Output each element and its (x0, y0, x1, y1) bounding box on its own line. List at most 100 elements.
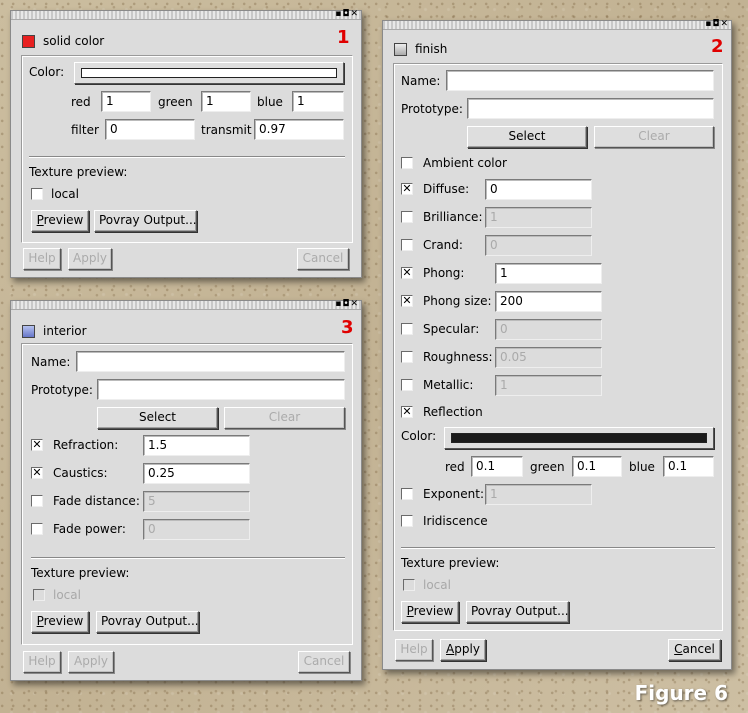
apply-label: pply (454, 642, 480, 656)
exponent-input[interactable]: 1 (485, 484, 592, 505)
select-button[interactable]: Select (467, 126, 587, 148)
preview-label: review (43, 213, 84, 227)
povray-output-button[interactable]: Povray Output... (466, 601, 569, 623)
texture-preview-label: Texture preview: (31, 566, 130, 580)
select-button[interactable]: Select (97, 407, 218, 429)
preview-button[interactable]: Preview (31, 611, 89, 633)
local-label: local (53, 588, 81, 602)
brilliance-checkbox[interactable] (401, 211, 413, 223)
refraction-label: Refraction: (53, 438, 119, 452)
specular-checkbox[interactable] (401, 323, 413, 335)
red-input[interactable]: 0.1 (471, 456, 523, 477)
iridescence-label: Iridiscence (423, 514, 488, 528)
interior-swatch-icon (22, 324, 35, 338)
name-input[interactable] (446, 70, 714, 91)
refraction-input[interactable]: 1.5 (143, 435, 250, 456)
filter-label: filter (71, 123, 99, 137)
transmit-input[interactable]: 0.97 (254, 119, 344, 140)
dialog-titlebar[interactable]: ▪◘✕ (11, 9, 361, 20)
specular-input[interactable]: 0 (495, 319, 602, 340)
help-button[interactable]: Help (23, 651, 61, 673)
red-input[interactable]: 1 (101, 91, 151, 112)
phong-size-input[interactable]: 200 (495, 291, 602, 312)
metallic-checkbox[interactable] (401, 379, 413, 391)
cancel-button[interactable]: Cancel (297, 248, 349, 270)
window-controls-icon[interactable]: ▪◘✕ (335, 9, 359, 19)
clear-button[interactable]: Clear (224, 407, 345, 429)
caustics-checkbox[interactable]: ✕ (31, 467, 43, 479)
fade-power-checkbox[interactable] (31, 523, 43, 535)
dialog-title: solid color (43, 34, 105, 48)
refraction-checkbox[interactable]: ✕ (31, 439, 43, 451)
fade-distance-label: Fade distance: (53, 494, 140, 508)
phong-size-checkbox[interactable]: ✕ (401, 295, 413, 307)
help-button[interactable]: Help (395, 639, 433, 661)
green-input[interactable]: 0.1 (572, 456, 622, 477)
diffuse-input[interactable]: 0 (485, 179, 592, 200)
reflection-checkbox[interactable]: ✕ (401, 406, 413, 418)
name-input[interactable] (76, 351, 345, 372)
phong-input[interactable]: 1 (495, 263, 602, 284)
window-controls-icon[interactable]: ▪◘✕ (335, 299, 359, 309)
help-button[interactable]: Help (23, 248, 61, 270)
povray-output-button[interactable]: Povray Output... (94, 210, 197, 232)
texture-preview-label: Texture preview: (401, 556, 500, 570)
figure-caption: Figure 6 (634, 681, 728, 705)
dialog-titlebar[interactable]: ▪◘✕ (11, 299, 361, 310)
local-label: local (51, 187, 79, 201)
fade-distance-checkbox[interactable] (31, 495, 43, 507)
clear-button[interactable]: Clear (594, 126, 714, 148)
cancel-button[interactable]: Cancel (298, 651, 350, 673)
filter-input[interactable]: 0 (105, 119, 195, 140)
blue-input[interactable]: 0.1 (663, 456, 714, 477)
roughness-input[interactable]: 0.05 (495, 347, 602, 368)
local-checkbox[interactable] (403, 579, 415, 591)
cancel-label: ancel (682, 642, 715, 656)
fade-power-input[interactable]: 0 (143, 519, 250, 540)
local-checkbox[interactable] (33, 589, 45, 601)
apply-button[interactable]: Apply (440, 639, 486, 661)
exponent-checkbox[interactable] (401, 488, 413, 500)
prototype-input[interactable] (97, 379, 345, 400)
phong-checkbox[interactable]: ✕ (401, 267, 413, 279)
blue-input[interactable]: 1 (292, 91, 344, 112)
preview-mnemonic: P (36, 213, 44, 227)
povray-output-button[interactable]: Povray Output... (96, 611, 199, 633)
color-label: Color: (29, 65, 65, 79)
apply-button[interactable]: Apply (68, 248, 112, 270)
window-controls-icon[interactable]: ▪◘✕ (705, 19, 729, 29)
red-label: red (445, 460, 465, 474)
reflection-color-button[interactable] (444, 427, 714, 449)
preview-button[interactable]: Preview (401, 601, 459, 623)
roughness-checkbox[interactable] (401, 351, 413, 363)
fade-distance-input[interactable]: 5 (143, 491, 250, 512)
diffuse-checkbox[interactable]: ✕ (401, 183, 413, 195)
red-label: red (71, 95, 91, 109)
iridescence-checkbox[interactable] (401, 515, 413, 527)
brilliance-input[interactable]: 1 (485, 207, 592, 228)
dialog-header: finish (394, 41, 447, 57)
caustics-input[interactable]: 0.25 (143, 463, 250, 484)
preview-button[interactable]: Preview (31, 210, 89, 232)
prototype-label: Prototype: (401, 102, 463, 116)
finish-dialog: ▪◘✕ finish 2 Name: Prototype: Select Cle… (382, 19, 732, 670)
metallic-input[interactable]: 1 (495, 375, 602, 396)
crand-input[interactable]: 0 (485, 235, 592, 256)
prototype-input[interactable] (467, 98, 714, 119)
divider (29, 156, 345, 158)
figure-marker: 1 (337, 27, 350, 48)
dialog-titlebar[interactable]: ▪◘✕ (383, 19, 731, 30)
green-label: green (530, 460, 565, 474)
color-picker-button[interactable] (74, 62, 344, 84)
green-input[interactable]: 1 (201, 91, 251, 112)
cancel-button[interactable]: Cancel (668, 639, 721, 661)
blue-label: blue (257, 95, 283, 109)
local-checkbox[interactable] (31, 188, 43, 200)
metallic-label: Metallic: (423, 378, 474, 392)
preview-label: review (43, 614, 84, 628)
crand-checkbox[interactable] (401, 239, 413, 251)
apply-button[interactable]: Apply (68, 651, 114, 673)
ambient-color-checkbox[interactable] (401, 157, 413, 169)
divider (31, 557, 345, 559)
brilliance-label: Brilliance: (423, 210, 483, 224)
